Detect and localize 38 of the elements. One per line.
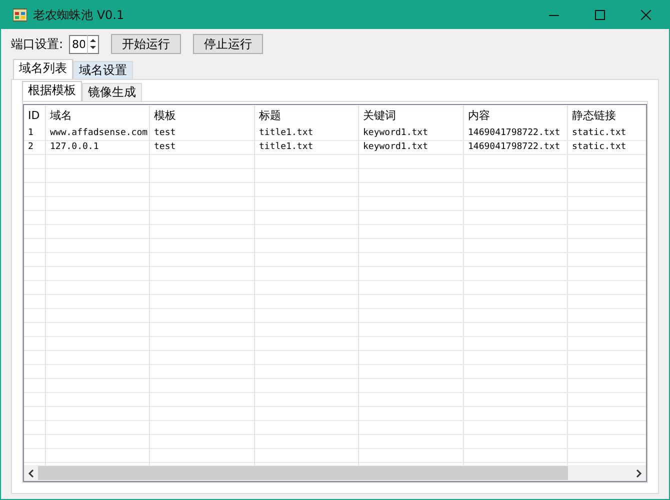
column-header[interactable]: 模板 [150,105,255,127]
app-icon [13,8,27,22]
table-cell: keyword1.txt [359,141,464,154]
scroll-right-icon[interactable] [636,468,642,478]
tab[interactable]: 域名设置 [73,61,133,79]
table-cell: title1.txt [255,127,359,140]
table-cell: www.affadsense.com [46,127,150,140]
scrollbar-thumb[interactable] [38,466,568,480]
column-header[interactable]: ID [24,105,46,127]
column-header[interactable]: 关键词 [359,105,464,127]
table-cell: 127.0.0.1 [46,141,150,154]
column-header[interactable]: 域名 [46,105,150,127]
table-cell: 1469041798722.txt [464,127,568,140]
port-label: 端口设置: [11,36,64,52]
column-header[interactable]: 内容 [464,105,568,127]
table-cell: test [150,127,255,140]
tab[interactable]: 域名列表 [13,59,73,79]
table-cell: static.txt [568,127,646,140]
table-cell: title1.txt [255,141,359,154]
tab[interactable]: 镜像生成 [82,83,142,101]
tab[interactable]: 根据模板 [22,81,82,101]
window-title: 老农蜘蛛池 V0.1 [33,6,126,24]
table-cell: 1 [24,127,46,140]
scroll-left-icon[interactable] [28,468,34,478]
table-cell: 2 [24,141,46,154]
table-cell: keyword1.txt [359,127,464,140]
column-header[interactable]: 标题 [255,105,359,127]
maximize-icon[interactable] [595,10,605,20]
spin-up-icon[interactable] [88,37,98,44]
toolbar-button[interactable]: 停止运行 [193,34,264,54]
port-field[interactable]: 80 [69,34,88,54]
table-cell: 1469041798722.txt [464,141,568,154]
column-header[interactable]: 静态链接 [568,105,646,127]
spin-down-icon[interactable] [88,44,98,51]
close-icon[interactable] [641,10,651,20]
table-cell: test [150,141,255,154]
table-cell: static.txt [568,141,646,154]
toolbar-button[interactable]: 开始运行 [111,34,182,54]
